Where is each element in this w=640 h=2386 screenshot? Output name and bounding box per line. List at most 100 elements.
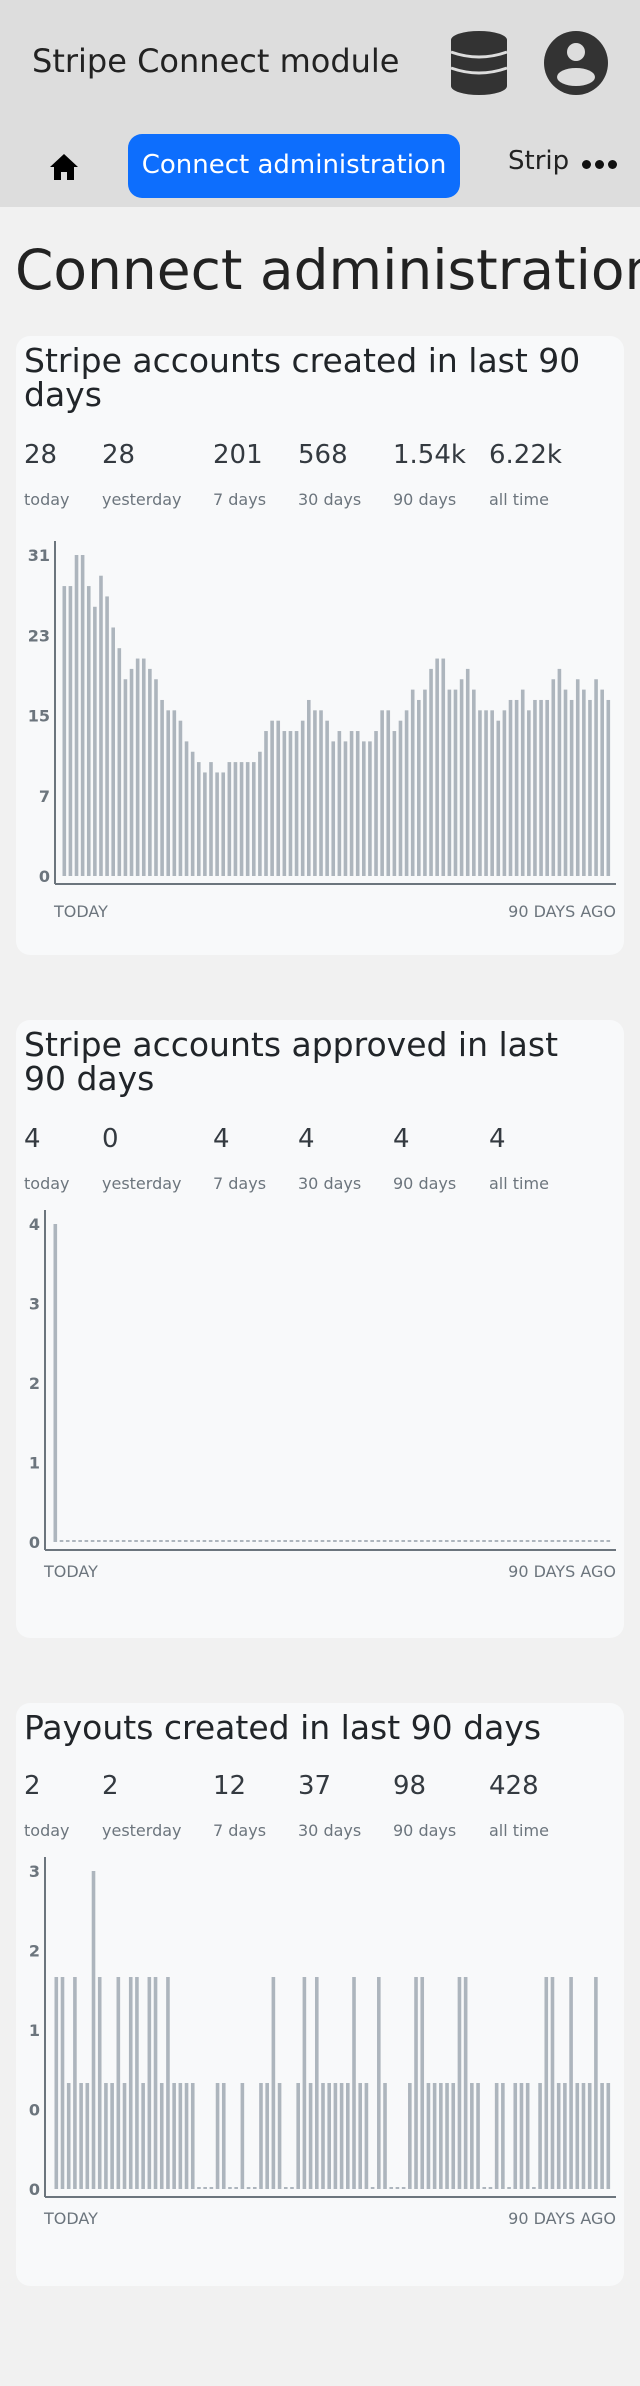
y-tick-label: 1 (29, 2021, 40, 2040)
bar (376, 1540, 381, 1542)
bar (134, 1540, 138, 1542)
bar (104, 2083, 108, 2189)
bar (438, 1540, 443, 1542)
bar (135, 1977, 139, 2189)
card-title: Stripe accounts approved in last 90 days (24, 1025, 559, 1098)
x-end-label: 90 DAYS AGO (508, 902, 616, 921)
bar (519, 1540, 524, 1542)
bar (476, 1540, 480, 1542)
stat-label: today (24, 1821, 70, 1840)
bar (594, 1977, 598, 2189)
bar (258, 751, 262, 876)
bar (215, 1540, 219, 1542)
stat-value: 4 (393, 1124, 410, 1154)
stat-label: 90 days (393, 1821, 457, 1840)
bar (582, 689, 586, 876)
bar (370, 2187, 375, 2189)
bar (314, 1977, 319, 2189)
bar (435, 658, 439, 876)
stat-label: yesterday (102, 1821, 182, 1840)
bar (319, 710, 323, 876)
bar (532, 2187, 536, 2189)
bar (513, 1540, 517, 1542)
y-tick-label: 1 (29, 1454, 40, 1473)
bar (233, 1540, 238, 1542)
bar (380, 710, 384, 876)
bar (183, 1540, 188, 1542)
ellipsis-icon[interactable] (582, 160, 617, 169)
stat-label: 90 days (393, 1174, 457, 1193)
bar (407, 1540, 412, 1542)
bar (302, 1977, 307, 2189)
bar (190, 751, 195, 876)
bar (364, 1540, 368, 1542)
bar (259, 2083, 263, 2189)
stat-label: today (24, 1174, 70, 1193)
bar (357, 1540, 362, 1542)
bar (296, 2083, 300, 2189)
bar (457, 1977, 462, 2189)
bar (54, 1977, 59, 2189)
stat-value: 568 (298, 440, 348, 470)
home-icon[interactable] (48, 152, 80, 186)
bar (389, 1540, 393, 1542)
stat-value: 6.22k (489, 440, 562, 470)
bar (507, 1540, 511, 1542)
bar (209, 762, 213, 876)
bar (538, 2083, 542, 2189)
bar (300, 720, 305, 876)
bar (321, 2083, 325, 2189)
bar (290, 2187, 294, 2189)
bar (364, 2083, 369, 2189)
bar (306, 699, 311, 876)
bar (600, 1540, 604, 1542)
bar (277, 2083, 282, 2189)
bar (72, 1540, 76, 1542)
bar (441, 658, 446, 876)
bar (221, 2083, 226, 2189)
nav-stripe[interactable]: Strip (508, 146, 569, 176)
bar (313, 710, 317, 876)
bar (368, 741, 372, 876)
user-circle-icon[interactable] (543, 30, 609, 100)
bar (283, 2187, 288, 2189)
database-icon[interactable] (450, 30, 508, 100)
bar (160, 699, 164, 876)
bar (470, 2083, 474, 2189)
nav-connect-administration[interactable]: Connect administration (128, 134, 460, 198)
bar (343, 741, 348, 876)
bar (202, 1540, 207, 1542)
bar (208, 1540, 213, 1542)
bar (575, 2083, 580, 2189)
bar (519, 2083, 524, 2189)
bar (531, 1540, 536, 1542)
bar (514, 699, 519, 876)
bar (556, 1540, 561, 1542)
bar (587, 1540, 592, 1542)
bar (420, 1977, 425, 2189)
bar (352, 1977, 356, 2189)
bar (277, 1540, 281, 1542)
bar (401, 1540, 406, 1542)
bar (123, 679, 128, 876)
stat-value: 428 (489, 1771, 539, 1801)
bar (228, 2187, 232, 2189)
stat-value: 2 (24, 1771, 41, 1801)
bar (166, 1977, 170, 2189)
bar (109, 1540, 114, 1542)
bar (333, 1540, 337, 1542)
bar (429, 668, 433, 876)
bar (117, 648, 122, 876)
stat: 4 30 days (298, 1104, 361, 1193)
bar (496, 720, 501, 876)
bar (105, 596, 109, 876)
bar (563, 689, 568, 876)
bar (557, 668, 562, 876)
stat-label: yesterday (102, 490, 182, 509)
bar (594, 1540, 598, 1542)
bar (463, 1977, 468, 2189)
bar (482, 2187, 487, 2189)
stat-label: 90 days (393, 490, 457, 509)
bar (74, 555, 79, 876)
bar (484, 710, 488, 876)
